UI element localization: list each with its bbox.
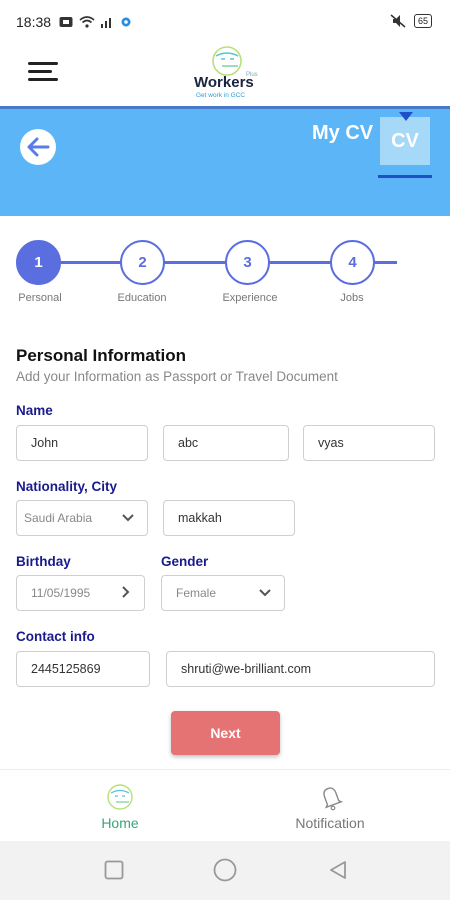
step-label-experience: Experience [222, 292, 278, 304]
step-number: 2 [138, 254, 147, 271]
last-name-field[interactable]: vyas [303, 425, 435, 461]
cv-banner: My CV CV [0, 106, 450, 216]
step-jobs[interactable]: 4 [330, 240, 375, 285]
step-label-education: Education [117, 292, 167, 304]
logo-mark-icon [212, 46, 242, 76]
home-logo-icon [107, 784, 133, 810]
nationality-select[interactable]: Saudi Arabia [16, 500, 148, 536]
home-circle-icon[interactable] [213, 858, 237, 882]
bell-icon [323, 787, 344, 811]
logo-plus: Plus [246, 72, 258, 78]
status-icons-right: 65 [390, 14, 432, 28]
section-subtitle: Add your Information as Passport or Trav… [16, 369, 338, 384]
app-header: Workers Plus Get work in GCC [0, 44, 450, 106]
arrow-left-icon [27, 137, 50, 157]
progress-stepper: 1 Personal 2 Education 3 Experience 4 Jo… [0, 238, 450, 318]
app-logo: Workers Plus Get work in GCC [190, 44, 262, 104]
status-time: 18:38 [16, 14, 52, 30]
signal-icon [101, 18, 112, 28]
battery-indicator: 65 [413, 14, 432, 28]
system-navigation-bar [0, 841, 450, 900]
middle-name-value: abc [178, 436, 199, 450]
step-label-personal: Personal [18, 292, 62, 304]
name-label: Name [16, 403, 53, 418]
gender-select[interactable]: Female [161, 575, 285, 611]
nav-notification[interactable]: Notification [250, 770, 410, 842]
menu-icon[interactable] [28, 62, 60, 84]
step-experience[interactable]: 3 [225, 240, 270, 285]
chevron-down-icon [122, 514, 134, 522]
nav-home[interactable]: Home [40, 770, 200, 842]
step-education[interactable]: 2 [120, 240, 165, 285]
next-button[interactable]: Next [171, 711, 280, 755]
birthday-picker[interactable]: 11/05/1995 [16, 575, 145, 611]
step-number: 1 [34, 254, 43, 271]
mute-icon [390, 14, 406, 28]
chevron-right-icon [122, 586, 130, 598]
status-bar: 18:38 65 [0, 0, 450, 44]
cv-tab-indicator-icon [399, 112, 413, 121]
logo-name: Workers [194, 74, 254, 91]
nationality-value: Saudi Arabia [24, 511, 93, 525]
section-title: Personal Information [16, 346, 187, 365]
status-icons-left [59, 16, 131, 28]
first-name-field[interactable]: John [16, 425, 148, 461]
cv-tab-underline [378, 175, 432, 178]
recents-icon[interactable] [104, 860, 124, 880]
email-value: shruti@we-brilliant.com [181, 662, 312, 676]
bottom-navigation: Home Notification [0, 769, 450, 841]
message-icon [59, 17, 73, 27]
step-number: 3 [243, 254, 252, 271]
birthday-value: 11/05/1995 [31, 586, 91, 600]
back-triangle-icon[interactable] [328, 860, 348, 880]
birthday-label: Birthday [16, 554, 71, 569]
nationality-city-label: Nationality, City [16, 479, 118, 494]
gender-label: Gender [161, 554, 209, 569]
nav-notification-label: Notification [295, 815, 365, 831]
contact-info-label: Contact info [16, 629, 95, 644]
city-field[interactable]: makkah [163, 500, 295, 536]
app-notification-icon [121, 17, 131, 27]
nav-home-label: Home [101, 815, 139, 831]
wifi-icon [79, 16, 95, 28]
chevron-down-icon [259, 589, 271, 597]
cv-tab[interactable]: CV [380, 117, 430, 165]
last-name-value: vyas [318, 436, 344, 450]
city-value: makkah [178, 511, 222, 525]
phone-field[interactable]: 2445125869 [16, 651, 150, 687]
cv-tab-label: CV [391, 129, 419, 152]
email-field[interactable]: shruti@we-brilliant.com [166, 651, 435, 687]
first-name-value: John [31, 436, 59, 450]
step-label-jobs: Jobs [340, 292, 364, 304]
step-number: 4 [348, 254, 357, 271]
gender-value: Female [176, 586, 217, 600]
middle-name-field[interactable]: abc [163, 425, 289, 461]
logo-tagline: Get work in GCC [196, 92, 246, 99]
step-personal[interactable]: 1 [16, 240, 61, 285]
phone-value: 2445125869 [31, 662, 101, 676]
page-title: My CV [312, 122, 374, 144]
back-button[interactable] [20, 129, 56, 165]
